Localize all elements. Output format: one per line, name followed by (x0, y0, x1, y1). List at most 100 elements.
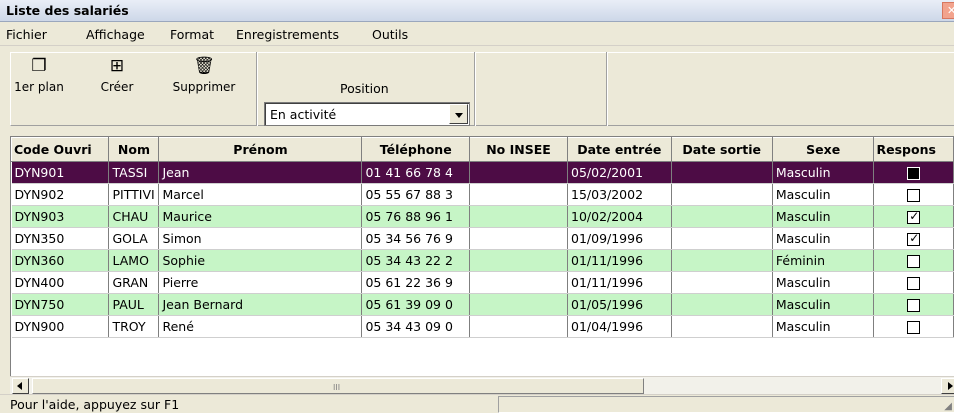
position-select[interactable]: En activité (264, 102, 470, 126)
cell-sortie[interactable] (671, 227, 773, 250)
chevron-down-icon[interactable] (449, 104, 468, 124)
col-nom[interactable]: Nom (108, 137, 160, 162)
cell-insee[interactable] (469, 249, 568, 272)
col-prenom[interactable]: Prénom (158, 137, 363, 162)
table-row[interactable]: DYN350 GOLA Simon 05 34 56 76 9 01/09/1996 Ma… (11, 227, 954, 250)
scroll-thumb[interactable]: III (32, 378, 644, 394)
cell-nom[interactable]: CHAU (108, 205, 160, 228)
employee-grid[interactable]: Code Ouvri Nom Prénom Téléphone No INSEE… (10, 136, 954, 376)
cell-sortie[interactable] (671, 293, 773, 316)
col-date-sortie[interactable]: Date sortie (670, 137, 773, 162)
cell-prenom[interactable]: Maurice (158, 205, 363, 228)
cell-code[interactable]: DYN902 (11, 183, 110, 206)
menu-affichage[interactable]: Affichage (86, 27, 145, 42)
cell-sexe[interactable]: Masculin (772, 271, 875, 294)
cell-nom[interactable]: GOLA (108, 227, 160, 250)
cell-sexe[interactable]: Masculin (772, 205, 875, 228)
col-code[interactable]: Code Ouvri (10, 137, 110, 162)
horizontal-scrollbar[interactable]: III (10, 376, 954, 394)
cell-responsable[interactable] (873, 227, 954, 250)
col-sexe[interactable]: Sexe (771, 137, 875, 162)
cell-nom[interactable]: PITTIVI (108, 183, 160, 206)
resize-grip-icon[interactable]: ◢ (944, 401, 952, 412)
cell-insee[interactable] (469, 271, 568, 294)
cell-insee[interactable] (469, 161, 568, 184)
create-button[interactable]: ⊞ Créer (96, 56, 138, 118)
responsable-checkbox[interactable] (907, 167, 921, 180)
cell-code[interactable]: DYN900 (11, 315, 110, 338)
cell-entree[interactable]: 01/09/1996 (567, 227, 672, 250)
cell-tel[interactable]: 01 41 66 78 4 (361, 161, 470, 184)
cell-insee[interactable] (469, 227, 568, 250)
delete-button[interactable]: 🗑 Supprimer (168, 56, 240, 118)
cell-prenom[interactable]: René (158, 315, 363, 338)
cell-responsable[interactable] (873, 161, 954, 184)
cell-sortie[interactable] (671, 315, 773, 338)
responsable-checkbox[interactable] (907, 299, 921, 312)
cell-sortie[interactable] (671, 271, 773, 294)
cell-entree[interactable]: 01/05/1996 (567, 293, 672, 316)
front-button[interactable]: ❐ 1er plan (14, 56, 64, 118)
cell-entree[interactable]: 01/11/1996 (567, 249, 672, 272)
cell-tel[interactable]: 05 34 43 09 0 (361, 315, 470, 338)
cell-insee[interactable] (469, 293, 568, 316)
responsable-checkbox[interactable] (907, 255, 921, 268)
menu-fichier[interactable]: Fichier (6, 27, 47, 42)
cell-tel[interactable]: 05 55 67 88 3 (361, 183, 470, 206)
col-insee[interactable]: No INSEE (469, 137, 568, 162)
scroll-left-icon[interactable] (12, 378, 29, 394)
cell-prenom[interactable]: Marcel (158, 183, 363, 206)
cell-prenom[interactable]: Sophie (158, 249, 363, 272)
cell-tel[interactable]: 05 34 56 76 9 (361, 227, 470, 250)
cell-responsable[interactable] (873, 183, 954, 206)
cell-insee[interactable] (469, 315, 568, 338)
cell-sexe[interactable]: Masculin (772, 183, 875, 206)
cell-sexe[interactable]: Masculin (772, 227, 875, 250)
cell-nom[interactable]: TROY (108, 315, 160, 338)
cell-code[interactable]: DYN903 (11, 205, 110, 228)
cell-insee[interactable] (469, 205, 568, 228)
cell-tel[interactable]: 05 34 43 22 2 (361, 249, 470, 272)
cell-entree[interactable]: 01/11/1996 (567, 271, 672, 294)
table-row[interactable]: DYN360 LAMO Sophie 05 34 43 22 2 01/11/1996 F… (11, 249, 954, 272)
cell-nom[interactable]: PAUL (108, 293, 160, 316)
close-icon[interactable]: ✕ (942, 2, 954, 19)
cell-tel[interactable]: 05 61 22 36 9 (361, 271, 470, 294)
cell-entree[interactable]: 15/03/2002 (567, 183, 672, 206)
cell-sortie[interactable] (671, 183, 773, 206)
cell-prenom[interactable]: Jean Bernard (158, 293, 363, 316)
cell-responsable[interactable] (873, 315, 954, 338)
menu-outils[interactable]: Outils (372, 27, 408, 42)
scroll-right-icon[interactable] (941, 378, 954, 394)
menu-enregistrements[interactable]: Enregistrements (236, 27, 339, 42)
cell-nom[interactable]: GRAN (108, 271, 160, 294)
cell-prenom[interactable]: Pierre (158, 271, 363, 294)
cell-code[interactable]: DYN400 (11, 271, 110, 294)
col-date-entree[interactable]: Date entrée (567, 137, 672, 162)
responsable-checkbox[interactable] (907, 277, 921, 290)
cell-responsable[interactable] (873, 271, 954, 294)
cell-code[interactable]: DYN750 (11, 293, 110, 316)
cell-sortie[interactable] (671, 205, 773, 228)
cell-entree[interactable]: 10/02/2004 (567, 205, 672, 228)
cell-tel[interactable]: 05 76 88 96 1 (361, 205, 470, 228)
cell-sortie[interactable] (671, 249, 773, 272)
cell-sexe[interactable]: Masculin (772, 161, 875, 184)
cell-responsable[interactable] (873, 293, 954, 316)
cell-tel[interactable]: 05 61 39 09 0 (361, 293, 470, 316)
cell-sortie[interactable] (671, 161, 773, 184)
responsable-checkbox[interactable] (907, 321, 921, 334)
cell-code[interactable]: DYN901 (11, 161, 110, 184)
col-telephone[interactable]: Téléphone (361, 137, 470, 162)
cell-sexe[interactable]: Féminin (772, 249, 875, 272)
title-bar[interactable]: Liste des salariés ✕ (0, 0, 954, 22)
cell-entree[interactable]: 05/02/2001 (567, 161, 672, 184)
table-row[interactable]: DYN901 TASSI Jean 01 41 66 78 4 05/02/2001 Ma… (11, 161, 954, 184)
responsable-checkbox[interactable] (907, 231, 921, 246)
table-row[interactable]: DYN902 PITTIVI Marcel 05 55 67 88 3 15/03/20… (11, 183, 954, 206)
cell-code[interactable]: DYN350 (11, 227, 110, 250)
cell-responsable[interactable] (873, 205, 954, 228)
cell-sexe[interactable]: Masculin (772, 293, 875, 316)
table-row[interactable]: DYN903 CHAU Maurice 05 76 88 96 1 10/02/2004… (11, 205, 954, 228)
cell-prenom[interactable]: Jean (158, 161, 363, 184)
